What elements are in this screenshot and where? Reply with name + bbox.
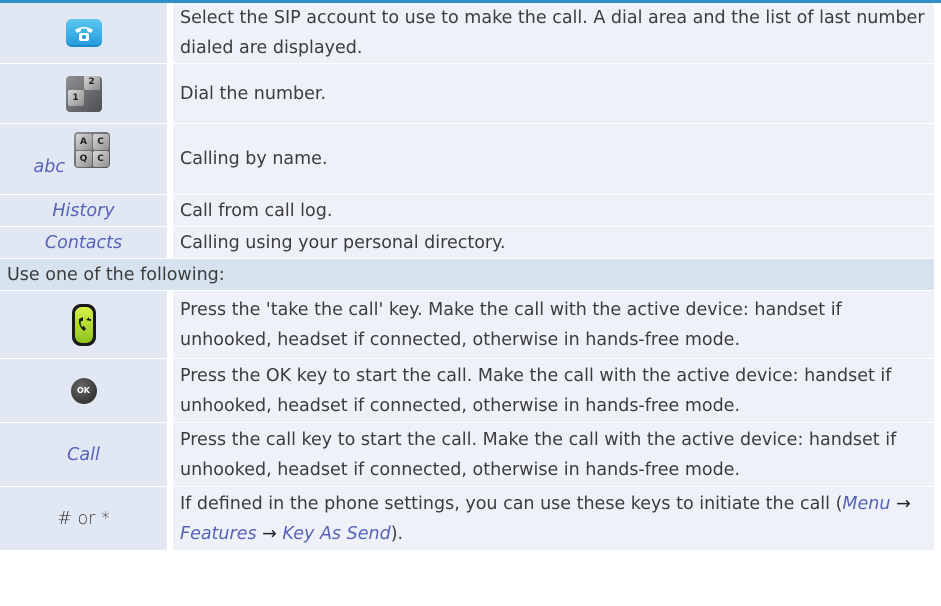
description-cell: Press the call key to start the call. Ma… — [170, 422, 934, 487]
description-cell: Press the OK key to start the call. Make… — [170, 358, 934, 423]
key-cell: Call — [0, 422, 173, 487]
section-heading: Use one of the following: — [0, 258, 934, 291]
key-as-send-ref: Key As Send — [282, 523, 391, 544]
table-row: History Call from call log. — [0, 194, 934, 227]
take-call-key-icon — [71, 303, 96, 346]
table-row: Contacts Calling using your personal dir… — [0, 226, 934, 259]
abc-label: abc — [33, 157, 65, 177]
description-cell: If defined in the phone settings, you ca… — [170, 486, 934, 551]
description-cell: Dial the number. — [170, 63, 934, 124]
key-cell — [0, 290, 173, 359]
dialing-methods-table: Select the SIP account to use to make th… — [0, 3, 934, 551]
table-row: abc A C Q C Calling by name. — [0, 123, 934, 195]
description-cell: Call from call log. — [170, 194, 934, 227]
description-cell: Calling using your personal directory. — [170, 226, 934, 259]
key-cell: History — [0, 194, 173, 227]
key-cell — [0, 3, 173, 64]
key-cell: 1 2 — [0, 63, 173, 124]
alpha-keypad-icon: A C Q C — [73, 132, 110, 168]
key-cell: Contacts — [0, 226, 173, 259]
arrow-icon: → — [262, 523, 277, 544]
desc-end: ). — [390, 523, 404, 544]
features-ref: Features — [180, 523, 257, 544]
keypad-icon: 1 2 — [65, 75, 102, 112]
key-cell: OK — [0, 358, 173, 423]
table-row: Select the SIP account to use to make th… — [0, 3, 934, 64]
ok-key-icon: OK — [70, 377, 97, 404]
table-row: OK Press the OK key to start the call. M… — [0, 358, 934, 423]
section-row: Use one of the following: — [0, 258, 934, 291]
desc-text: If defined in the phone settings, you ca… — [180, 493, 843, 514]
table-row: 1 2 Dial the number. — [0, 63, 934, 124]
phone-app-icon — [65, 19, 102, 47]
description-cell: Press the 'take the call' key. Make the … — [170, 290, 934, 359]
arrow-icon: → — [896, 493, 911, 514]
description-cell: Select the SIP account to use to make th… — [170, 3, 934, 64]
table-row: # or * If defined in the phone settings,… — [0, 486, 934, 551]
description-cell: Calling by name. — [170, 123, 934, 195]
table-row: Press the 'take the call' key. Make the … — [0, 290, 934, 359]
key-cell: abc A C Q C — [0, 123, 173, 195]
menu-ref: Menu — [842, 493, 891, 514]
key-cell: # or * — [0, 486, 173, 551]
table-row: Call Press the call key to start the cal… — [0, 422, 934, 487]
